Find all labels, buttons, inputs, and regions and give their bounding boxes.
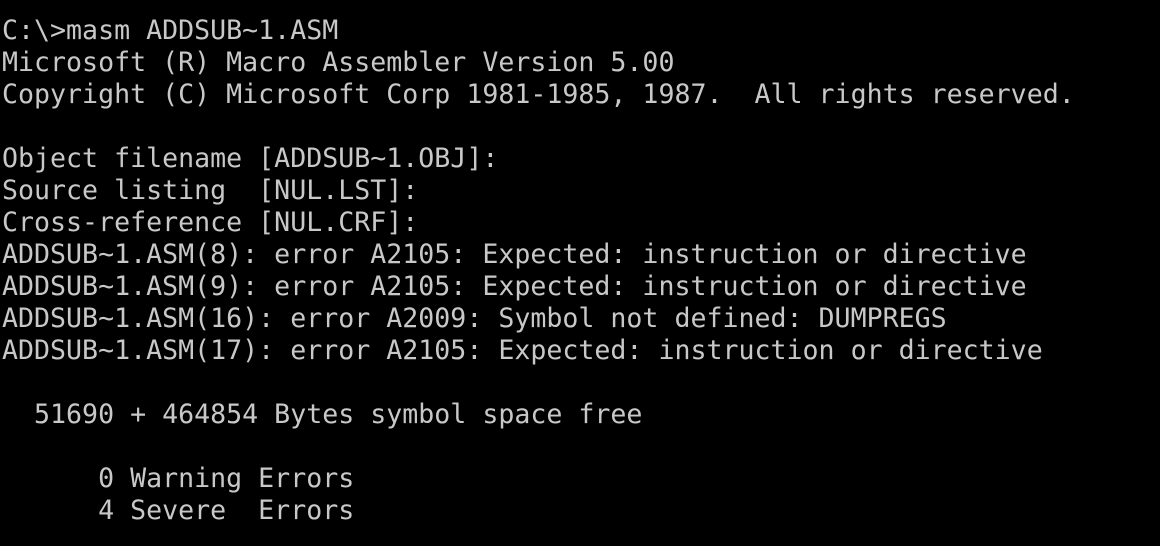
console-line-error: ADDSUB~1.ASM(17): error A2105: Expected:… xyxy=(2,335,1043,366)
console-line-error: ADDSUB~1.ASM(8): error A2105: Expected: … xyxy=(2,239,1027,270)
console-line-severe-count: 4 Severe Errors xyxy=(2,495,355,526)
console-line-command: C:\>masm ADDSUB~1.ASM xyxy=(2,15,339,46)
console-line-copyright: Copyright (C) Microsoft Corp 1981-1985, … xyxy=(2,79,1075,110)
console-line-error: ADDSUB~1.ASM(9): error A2105: Expected: … xyxy=(2,271,1027,302)
console-line-object-filename: Object filename [ADDSUB~1.OBJ]: xyxy=(2,143,499,174)
console-line-banner: Microsoft (R) Macro Assembler Version 5.… xyxy=(2,47,675,78)
console-line-warning-count: 0 Warning Errors xyxy=(2,463,355,494)
dos-console[interactable]: C:\>masm ADDSUB~1.ASM Microsoft (R) Macr… xyxy=(0,0,1160,546)
console-line-source-listing: Source listing [NUL.LST]: xyxy=(2,175,419,206)
console-line-cross-reference: Cross-reference [NUL.CRF]: xyxy=(2,207,419,238)
console-line-symbol-space: 51690 + 464854 Bytes symbol space free xyxy=(2,399,643,430)
console-line-error: ADDSUB~1.ASM(16): error A2009: Symbol no… xyxy=(2,303,947,334)
